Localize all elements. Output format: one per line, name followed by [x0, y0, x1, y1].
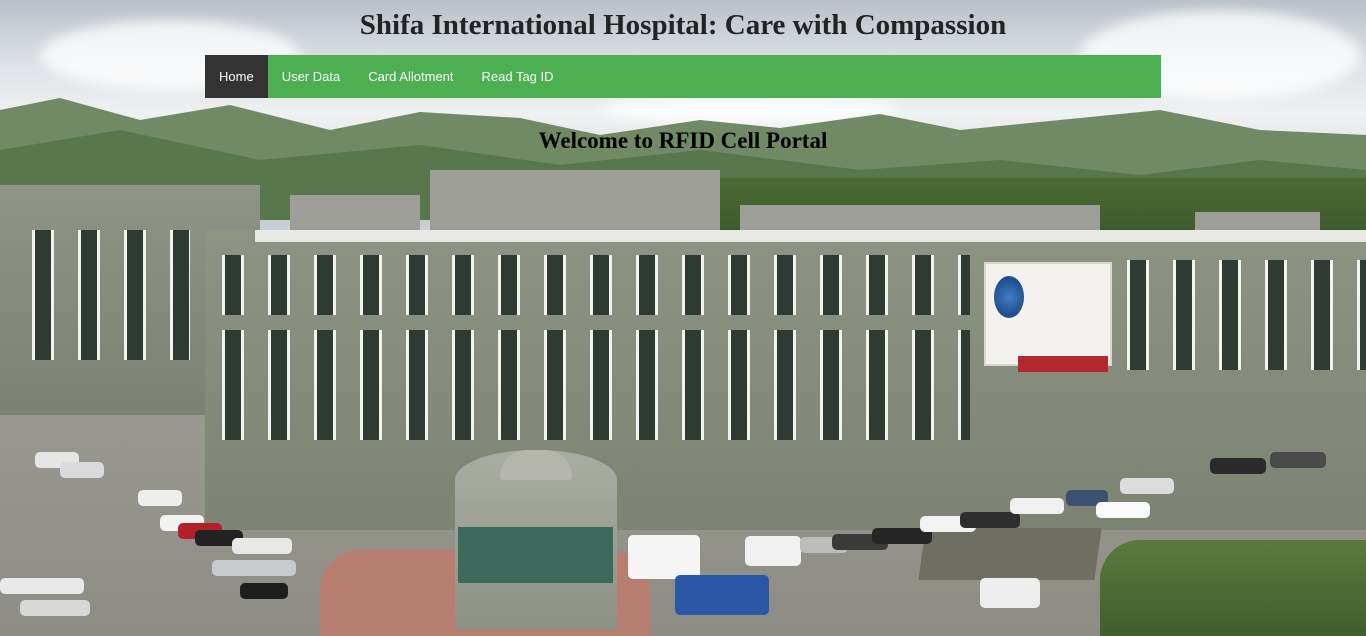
van — [745, 536, 801, 566]
car — [232, 538, 292, 554]
tower-glass — [458, 527, 613, 583]
car — [1096, 502, 1150, 518]
car — [240, 583, 288, 599]
tower-cap — [500, 450, 572, 480]
building-roofline — [255, 230, 1366, 242]
window-grid — [20, 230, 190, 360]
nav-user-data[interactable]: User Data — [268, 55, 355, 98]
nav-home[interactable]: Home — [205, 55, 268, 98]
nav-card-allotment[interactable]: Card Allotment — [354, 55, 467, 98]
car — [1010, 498, 1064, 514]
car — [60, 462, 104, 478]
welcome-heading: Welcome to RFID Cell Portal — [538, 128, 828, 153]
car — [20, 600, 90, 616]
rooftop-structure — [290, 195, 420, 235]
rooftop-structure — [430, 170, 720, 235]
main-navbar: Home User Data Card Allotment Read Tag I… — [205, 55, 1161, 98]
car — [0, 578, 84, 594]
car — [1120, 478, 1174, 494]
van — [675, 575, 769, 615]
window-grid — [1115, 260, 1366, 370]
car — [138, 490, 182, 506]
car — [1210, 458, 1266, 474]
car — [980, 578, 1040, 608]
nav-read-tag-id[interactable]: Read Tag ID — [467, 55, 567, 98]
sign-banner — [1018, 356, 1108, 372]
window-grid — [210, 330, 970, 440]
shifa-logo-emblem — [994, 276, 1024, 318]
van — [628, 535, 700, 579]
car — [212, 560, 296, 576]
page-title: Shifa International Hospital: Care with … — [359, 9, 1007, 41]
entrance-canopy — [918, 528, 1102, 580]
car — [1270, 452, 1326, 468]
hospital-sign — [984, 262, 1112, 366]
car — [960, 512, 1020, 528]
garden — [1100, 540, 1366, 636]
window-grid — [210, 255, 970, 315]
